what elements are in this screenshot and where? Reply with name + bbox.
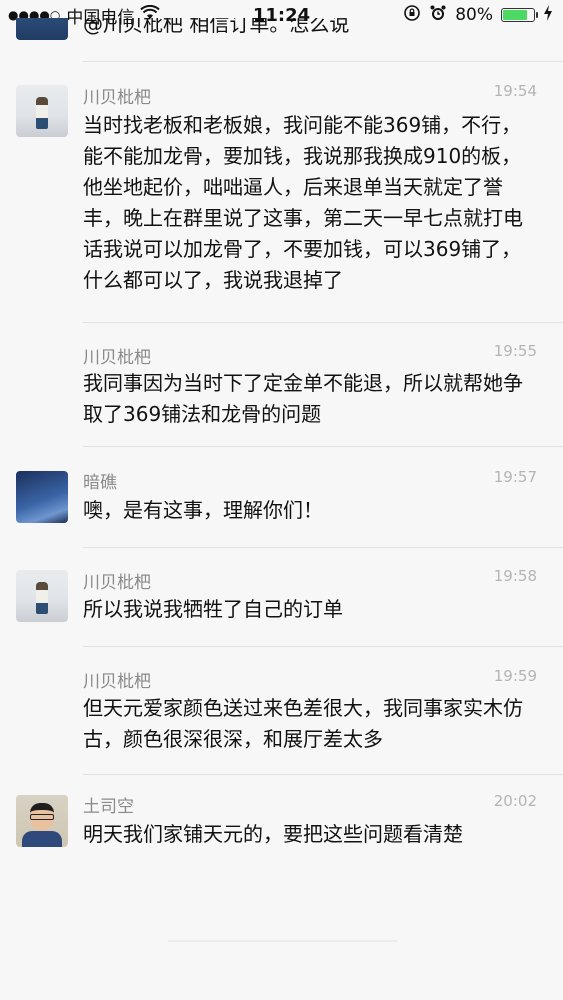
message-text: 所以我说我牺牲了自己的订单: [83, 597, 343, 621]
divider: [83, 547, 563, 548]
avatar[interactable]: [16, 795, 68, 847]
divider: [83, 774, 563, 775]
divider: [83, 446, 563, 447]
partial-message[interactable]: @川贝枇杷 相信订单。怎么说: [0, 18, 563, 42]
avatar[interactable]: [16, 471, 68, 523]
sender-name: 暗礁: [83, 473, 117, 493]
message-text: 但天元爱家颜色送过来色差很大，我同事家实木仿古，颜色很深很深，和展厅差太多: [83, 696, 523, 751]
divider: [83, 322, 563, 323]
message-time: 19:59: [493, 667, 537, 685]
avatar[interactable]: [16, 18, 68, 40]
sender-name: 川贝枇杷: [83, 672, 151, 692]
sender-name: 土司空: [83, 797, 134, 817]
sender-name: 川贝枇杷: [83, 88, 151, 108]
scroll-indicator: [168, 940, 398, 942]
avatar[interactable]: [16, 570, 68, 622]
message-text: 噢，是有这事，理解你们！: [83, 498, 323, 522]
divider: [83, 646, 563, 647]
message-text: @川贝枇杷 相信订单。怎么说: [83, 18, 350, 36]
message-time: 20:02: [493, 792, 537, 810]
divider: [83, 61, 563, 62]
avatar[interactable]: [16, 85, 68, 137]
message-text: 当时找老板和老板娘，我问能不能369铺，不行，能不能加龙骨，要加钱，我说那我换成…: [83, 113, 523, 292]
message-text: 我同事因为当时下了定金单不能退，所以就帮她争取了369铺法和龙骨的问题: [83, 371, 523, 426]
message-time: 19:55: [493, 342, 537, 360]
message-text: 明天我们家铺天元的，要把这些问题看清楚: [83, 822, 463, 846]
message-time: 19:54: [493, 82, 537, 100]
message-time: 19:57: [493, 468, 537, 486]
sender-name: 川贝枇杷: [83, 348, 151, 368]
sender-name: 川贝枇杷: [83, 573, 151, 593]
message-time: 19:58: [493, 567, 537, 585]
